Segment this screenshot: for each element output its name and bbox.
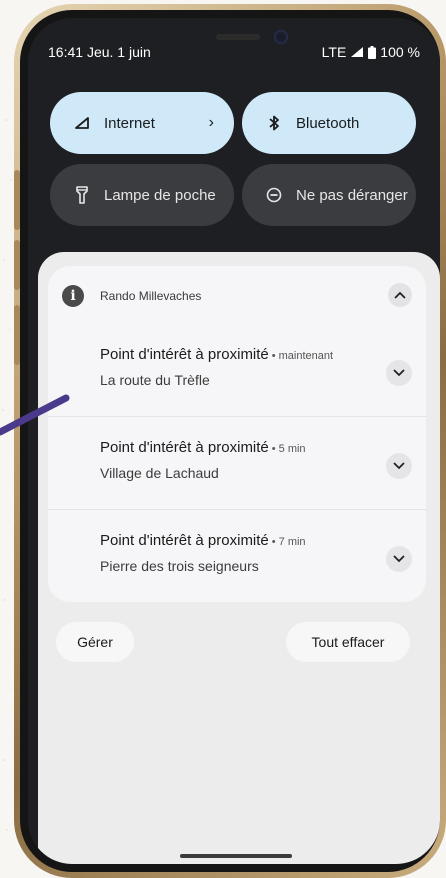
notification-time: maintenant	[278, 350, 334, 362]
chevron-down-icon	[393, 369, 405, 377]
app-name: Rando Millevaches	[100, 289, 202, 303]
notification-title-text: Point d'intérêt à proximité	[100, 346, 269, 363]
notification-item[interactable]: Point d'intérêt à proximité • 5 min Villag…	[48, 417, 426, 509]
chevron-down-icon	[393, 555, 405, 563]
status-date: Jeu. 1 juin	[86, 44, 151, 60]
manage-button-label: Gérer	[77, 634, 113, 650]
notification-time: 7 min	[278, 536, 306, 548]
clear-all-button-label: Tout effacer	[311, 634, 385, 650]
chevron-right-icon: ›	[208, 114, 214, 131]
status-time: 16:41	[48, 44, 84, 60]
notification-group[interactable]: i Rando Millevaches Point d'intérêt à pr…	[48, 266, 426, 602]
notification-text: Pierre des trois seigneurs	[100, 558, 259, 574]
flashlight-icon	[72, 186, 92, 204]
notification-shade: i Rando Millevaches Point d'intérêt à pr…	[38, 252, 440, 864]
phone-screen: 16:41 Jeu. 1 juin LTE 100 % Internet › B…	[28, 18, 440, 864]
tile-internet[interactable]: Internet ›	[50, 92, 234, 154]
notification-title: Point d'intérêt à proximité • maintenant	[100, 346, 333, 363]
status-time-date: 16:41 Jeu. 1 juin	[48, 44, 151, 60]
notification-separator: •	[271, 350, 276, 362]
notification-title: Point d'intérêt à proximité • 7 min	[100, 532, 306, 549]
chevron-up-icon	[394, 291, 406, 299]
expand-notification-button[interactable]	[386, 360, 412, 386]
bluetooth-icon	[264, 115, 284, 131]
notification-separator: •	[271, 443, 276, 455]
notification-item[interactable]: Point d'intérêt à proximité • 7 min Pierre…	[48, 510, 426, 602]
notification-group-header[interactable]: i Rando Millevaches	[48, 266, 426, 324]
tile-internet-label: Internet	[104, 114, 155, 132]
expand-notification-button[interactable]	[386, 546, 412, 572]
do-not-disturb-icon	[264, 187, 284, 203]
manage-button[interactable]: Gérer	[56, 622, 134, 662]
chevron-down-icon	[393, 462, 405, 470]
notification-title-text: Point d'intérêt à proximité	[100, 439, 269, 456]
notification-time: 5 min	[278, 443, 306, 455]
tile-bluetooth[interactable]: Bluetooth	[242, 92, 416, 154]
collapse-group-button[interactable]	[388, 283, 412, 307]
tile-bluetooth-label: Bluetooth	[296, 114, 360, 132]
tile-flashlight[interactable]: Lampe de poche	[50, 164, 234, 226]
battery-icon	[368, 45, 377, 59]
info-icon: i	[62, 285, 84, 307]
notification-title-text: Point d'intérêt à proximité	[100, 532, 269, 549]
status-indicators: LTE 100 %	[322, 44, 420, 60]
signal-icon	[72, 117, 92, 129]
notification-text: La route du Trèfle	[100, 372, 210, 388]
notification-item[interactable]: Point d'intérêt à proximité • maintenant L…	[48, 324, 426, 416]
notification-separator: •	[271, 536, 276, 548]
tile-do-not-disturb[interactable]: Ne pas déranger	[242, 164, 416, 226]
battery-percent: 100 %	[380, 44, 420, 60]
status-bar: 16:41 Jeu. 1 juin LTE 100 %	[28, 18, 440, 78]
tile-dnd-label: Ne pas déranger	[296, 186, 408, 204]
notification-title: Point d'intérêt à proximité • 5 min	[100, 439, 306, 456]
notification-text: Village de Lachaud	[100, 465, 219, 481]
front-camera	[274, 30, 288, 44]
home-indicator[interactable]	[180, 854, 292, 858]
clear-all-button[interactable]: Tout effacer	[286, 622, 410, 662]
network-type: LTE	[321, 44, 347, 60]
tile-flashlight-label: Lampe de poche	[104, 186, 216, 204]
earpiece	[216, 34, 260, 40]
signal-strength-icon	[351, 47, 364, 57]
expand-notification-button[interactable]	[386, 453, 412, 479]
